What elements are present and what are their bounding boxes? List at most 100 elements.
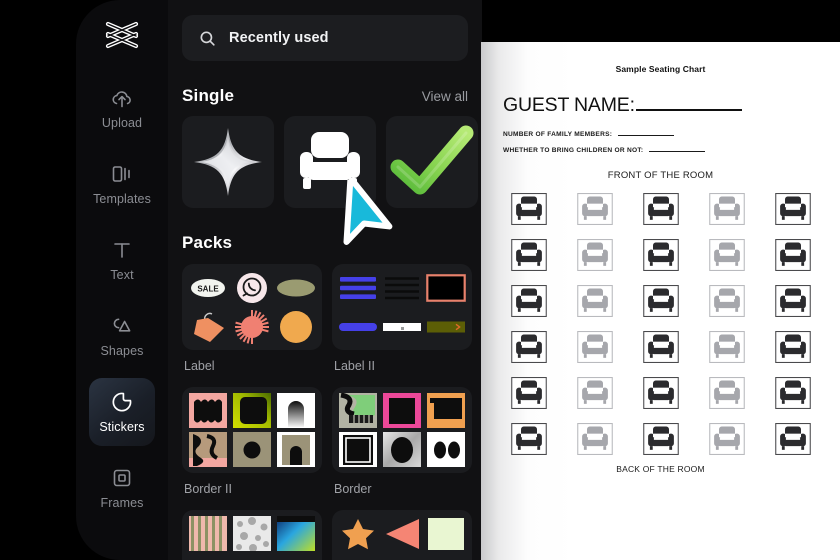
pack-item	[338, 270, 378, 305]
sidebar-item-label: Text	[110, 268, 134, 282]
sidebar-item-label: Frames	[100, 496, 144, 510]
family-members-field: NUMBER OF FAMILY MEMBERS:	[503, 131, 840, 138]
pack-item	[426, 309, 466, 344]
left-sidebar: Upload Templates Text Shapes Stickers Fr…	[76, 0, 168, 560]
seat-4-3[interactable]	[642, 331, 679, 363]
pack-item	[276, 555, 316, 560]
sidebar-item-label: Templates	[93, 192, 151, 206]
seat-2-3[interactable]	[642, 239, 679, 271]
sticker-card-armchair[interactable]	[284, 116, 376, 208]
pack-thumbnail[interactable]	[182, 510, 322, 560]
pack-item	[426, 516, 466, 551]
sidebar-item-stickers[interactable]: Stickers	[89, 378, 155, 446]
seat-6-1[interactable]	[510, 423, 547, 455]
seat-2-5[interactable]	[774, 239, 811, 271]
seat-grid	[496, 193, 826, 455]
pack-item	[382, 270, 422, 305]
pack-thumbnail[interactable]	[182, 387, 322, 473]
pack-partial-right	[332, 510, 472, 560]
pack-item	[382, 432, 422, 467]
seat-1-4[interactable]	[708, 193, 745, 225]
seat-6-5[interactable]	[774, 423, 811, 455]
guest-name-blank	[635, 96, 742, 111]
seat-6-4[interactable]	[708, 423, 745, 455]
seat-6-2[interactable]	[576, 423, 613, 455]
children-blank	[649, 147, 706, 152]
sidebar-item-shapes[interactable]: Shapes	[89, 302, 155, 370]
pack-item	[276, 309, 316, 344]
cloud-upload-icon	[110, 86, 134, 110]
sticker-icon	[110, 390, 134, 414]
seat-4-5[interactable]	[774, 331, 811, 363]
seat-3-2[interactable]	[576, 285, 613, 317]
seat-5-5[interactable]	[774, 377, 811, 409]
pack-label-text: Label II	[334, 359, 376, 373]
capcut-logo-icon[interactable]	[76, 20, 168, 50]
pack-item	[188, 516, 228, 551]
templates-icon	[110, 162, 134, 186]
single-view-all-link[interactable]: View all	[422, 89, 468, 104]
seat-1-5[interactable]	[774, 193, 811, 225]
pack-item	[382, 393, 422, 428]
seat-4-1[interactable]	[510, 331, 547, 363]
packs-section-header: Packs	[182, 233, 468, 253]
frames-icon	[110, 466, 134, 490]
seat-5-3[interactable]	[642, 377, 679, 409]
search-input[interactable]: Recently used	[182, 15, 468, 61]
seat-5-1[interactable]	[510, 377, 547, 409]
guest-name-label: GUEST NAME:	[503, 94, 635, 116]
pack-thumbnail[interactable]	[332, 387, 472, 473]
pack-thumbnail[interactable]	[332, 264, 472, 350]
family-members-blank	[618, 131, 675, 136]
pack-item	[188, 555, 228, 560]
seating-chart-document: Sample Seating Chart GUEST NAME: NUMBER …	[481, 42, 840, 560]
pack-label-text: Label	[184, 359, 215, 373]
pack-item	[276, 432, 316, 467]
sticker-card-star[interactable]	[182, 116, 274, 208]
white-armchair-sticker	[300, 132, 360, 189]
pack-item	[232, 270, 272, 305]
packs-grid: SALE Label Label II Border II Border	[182, 264, 472, 560]
pack-item	[232, 516, 272, 551]
app-root: Upload Templates Text Shapes Stickers Fr…	[0, 0, 840, 560]
seat-5-4[interactable]	[708, 377, 745, 409]
pack-thumbnail[interactable]: SALE	[182, 264, 322, 350]
sidebar-item-frames[interactable]: Frames	[89, 454, 155, 522]
pack-label-text: Border II	[184, 482, 232, 496]
seat-4-4[interactable]	[708, 331, 745, 363]
seat-1-3[interactable]	[642, 193, 679, 225]
front-of-room-label: FRONT OF THE ROOM	[607, 170, 714, 181]
pack-item	[232, 393, 272, 428]
children-field: WHETHER TO BRING CHILDREN OR NOT:	[503, 147, 840, 154]
seat-3-5[interactable]	[774, 285, 811, 317]
stickers-panel: Recently used Single View all Packs SALE…	[168, 0, 482, 560]
seat-1-1[interactable]	[510, 193, 547, 225]
pack-item	[382, 516, 422, 551]
seat-3-1[interactable]	[510, 285, 547, 317]
pack-item	[232, 432, 272, 467]
family-members-label: NUMBER OF FAMILY MEMBERS:	[503, 131, 613, 138]
pack-item	[382, 309, 422, 344]
seat-5-2[interactable]	[576, 377, 613, 409]
seat-4-2[interactable]	[576, 331, 613, 363]
seat-6-3[interactable]	[642, 423, 679, 455]
document-title: Sample Seating Chart	[615, 64, 706, 74]
children-label: WHETHER TO BRING CHILDREN OR NOT:	[503, 147, 644, 154]
seat-1-2[interactable]	[576, 193, 613, 225]
seat-3-4[interactable]	[708, 285, 745, 317]
sidebar-item-upload[interactable]: Upload	[89, 74, 155, 142]
seat-2-4[interactable]	[708, 239, 745, 271]
sidebar-item-templates[interactable]: Templates	[89, 150, 155, 218]
sidebar-item-text[interactable]: Text	[89, 226, 155, 294]
pack-thumbnail[interactable]	[332, 510, 472, 560]
seat-2-1[interactable]	[510, 239, 547, 271]
pack-item	[426, 393, 466, 428]
sticker-card-checkmark[interactable]	[386, 116, 478, 208]
pack-item	[232, 309, 272, 344]
svg-text:SALE: SALE	[197, 284, 219, 293]
seat-3-3[interactable]	[642, 285, 679, 317]
pack-partial-left	[182, 510, 322, 560]
seat-2-2[interactable]	[576, 239, 613, 271]
pack-label-text: Border	[334, 482, 372, 496]
text-t-icon	[110, 238, 134, 262]
